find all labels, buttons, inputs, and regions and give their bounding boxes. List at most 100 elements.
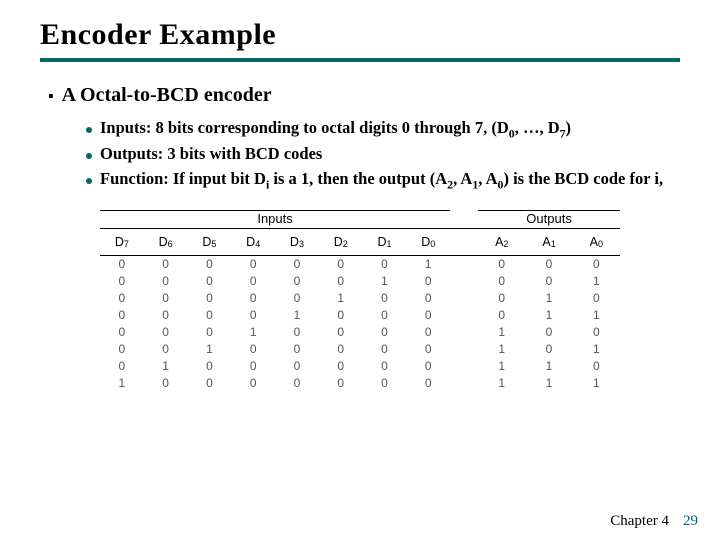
- cell-sep: [450, 375, 478, 392]
- table-row: 10000000111: [100, 375, 620, 392]
- cell-sep: [450, 324, 478, 341]
- cell: 1: [525, 290, 572, 307]
- cell-sep: [450, 358, 478, 375]
- cell: 0: [188, 256, 232, 273]
- cell: 1: [478, 324, 525, 341]
- cell: 1: [573, 375, 620, 392]
- cell: 0: [100, 358, 144, 375]
- outputs-group-header: Outputs: [478, 210, 620, 228]
- cell: 0: [231, 358, 275, 375]
- cell: 0: [319, 341, 363, 358]
- t: is a 1, then the output (A: [269, 169, 447, 188]
- cell: 0: [478, 273, 525, 290]
- section-heading: A Octal-to-BCD encoder: [62, 84, 272, 107]
- title-rule: [40, 58, 680, 62]
- cell: 0: [363, 307, 407, 324]
- col-header: D6: [144, 229, 188, 256]
- truth-table-area: Inputs Outputs D7D6D5D4D3D2D1D0A2A1A0 00…: [100, 210, 620, 392]
- group-sep: [450, 210, 478, 228]
- cell: 0: [100, 290, 144, 307]
- table-row: 00000010001: [100, 273, 620, 290]
- cell: 1: [406, 256, 450, 273]
- cell: 0: [188, 324, 232, 341]
- cell: 0: [319, 256, 363, 273]
- cell: 1: [525, 375, 572, 392]
- cell: 0: [144, 307, 188, 324]
- cell: 0: [275, 341, 319, 358]
- cell: 0: [573, 324, 620, 341]
- cell: 0: [406, 324, 450, 341]
- footer-page: 29: [683, 513, 698, 530]
- cell: 0: [275, 273, 319, 290]
- cell: 0: [188, 273, 232, 290]
- bullet-function-text: Function: If input bit Di is a 1, then t…: [100, 168, 663, 192]
- cell: 0: [478, 256, 525, 273]
- bullet-outputs: Outputs: 3 bits with BCD codes: [86, 143, 680, 165]
- cell: 0: [363, 256, 407, 273]
- col-header: D2: [319, 229, 363, 256]
- cell: 1: [525, 358, 572, 375]
- slide: Encoder Example ▪ A Octal-to-BCD encoder…: [0, 0, 720, 392]
- cell: 0: [231, 375, 275, 392]
- cell: 0: [144, 341, 188, 358]
- table-row: 00000100010: [100, 290, 620, 307]
- cell-sep: [450, 341, 478, 358]
- cell: 0: [275, 324, 319, 341]
- truth-table: Inputs Outputs D7D6D5D4D3D2D1D0A2A1A0 00…: [100, 210, 620, 392]
- col-header: A0: [573, 229, 620, 256]
- cell: 0: [188, 375, 232, 392]
- cell: 1: [363, 273, 407, 290]
- cell: 0: [573, 290, 620, 307]
- cell: 0: [319, 307, 363, 324]
- dot-icon: [86, 127, 92, 133]
- t: Function: If input bit D: [100, 169, 266, 188]
- cell: 0: [188, 290, 232, 307]
- cell-sep: [450, 307, 478, 324]
- table-row: 01000000110: [100, 358, 620, 375]
- cell: 1: [100, 375, 144, 392]
- cell: 0: [573, 358, 620, 375]
- t: , …, D: [515, 118, 560, 137]
- cell: 1: [319, 290, 363, 307]
- cell: 0: [275, 358, 319, 375]
- cell: 0: [100, 324, 144, 341]
- cell: 0: [144, 324, 188, 341]
- table-row: 00100000101: [100, 341, 620, 358]
- cell: 1: [573, 307, 620, 324]
- cell: 1: [573, 273, 620, 290]
- cell: 0: [100, 341, 144, 358]
- cell: 0: [525, 324, 572, 341]
- cell: 0: [144, 290, 188, 307]
- cell: 0: [100, 273, 144, 290]
- cell: 0: [100, 256, 144, 273]
- cell-sep: [450, 273, 478, 290]
- cell: 0: [525, 256, 572, 273]
- col-sep: [450, 229, 478, 256]
- t: , A: [478, 169, 497, 188]
- bullet-function: Function: If input bit Di is a 1, then t…: [86, 168, 680, 192]
- col-header: D1: [363, 229, 407, 256]
- t: , A: [453, 169, 472, 188]
- cell: 1: [144, 358, 188, 375]
- col-header: D0: [406, 229, 450, 256]
- cell: 0: [319, 324, 363, 341]
- cell: 0: [188, 307, 232, 324]
- t: ): [566, 118, 572, 137]
- cell: 1: [231, 324, 275, 341]
- square-bullet-icon: ▪: [48, 89, 54, 105]
- cell: 0: [319, 375, 363, 392]
- col-header: A2: [478, 229, 525, 256]
- inputs-group-header: Inputs: [100, 210, 450, 228]
- cell: 0: [478, 307, 525, 324]
- cell: 0: [231, 256, 275, 273]
- cell: 0: [275, 290, 319, 307]
- cell: 0: [275, 375, 319, 392]
- cell: 0: [319, 273, 363, 290]
- dot-icon: [86, 153, 92, 159]
- cell: 1: [525, 307, 572, 324]
- col-header: D4: [231, 229, 275, 256]
- cell: 0: [231, 307, 275, 324]
- cell: 0: [363, 324, 407, 341]
- bullet-inputs-text: Inputs: 8 bits corresponding to octal di…: [100, 117, 571, 141]
- cell: 0: [478, 290, 525, 307]
